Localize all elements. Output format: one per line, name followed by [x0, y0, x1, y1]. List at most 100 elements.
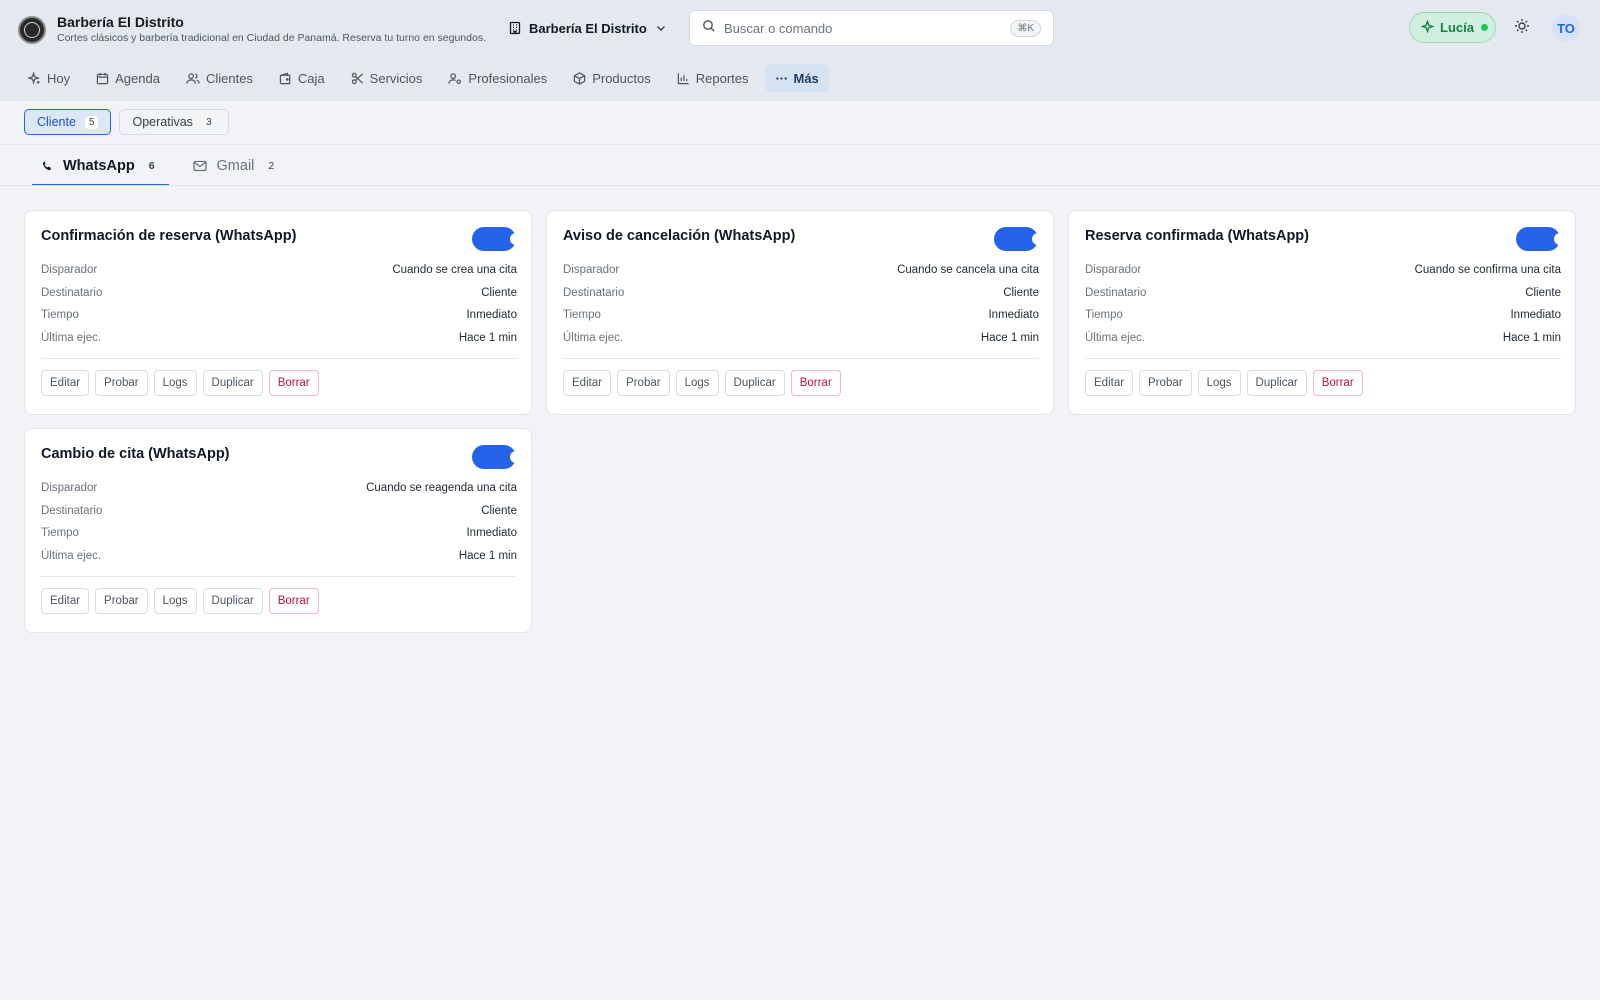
recipient-row: Destinatario Cliente — [1085, 286, 1561, 299]
box-icon — [573, 71, 586, 85]
test-button[interactable]: Probar — [1139, 370, 1192, 396]
duplicate-button[interactable]: Duplicar — [724, 370, 785, 396]
tab-count-badge: 6 — [148, 160, 155, 172]
tab-cliente[interactable]: Cliente 5 — [24, 109, 112, 135]
automation-enabled-toggle[interactable] — [472, 445, 522, 469]
automation-title: Cambio de cita (WhatsApp) — [41, 446, 230, 462]
test-button[interactable]: Probar — [95, 588, 148, 614]
logs-button[interactable]: Logs — [153, 588, 197, 614]
divider — [0, 185, 1600, 186]
tab-count-badge: 2 — [268, 160, 275, 172]
automation-card: Reserva confirmada (WhatsApp) Disparador… — [1068, 210, 1576, 415]
logs-button[interactable]: Logs — [675, 370, 719, 396]
delete-button[interactable]: Borrar — [1312, 370, 1363, 396]
building-icon — [508, 21, 522, 35]
timing-row: Tiempo Inmediato — [41, 527, 517, 539]
more-icon — [775, 76, 787, 80]
top-header: Barbería El Distrito Cortes clásicos y b… — [0, 0, 1600, 101]
automation-title: Aviso de cancelación (WhatsApp) — [563, 228, 796, 244]
divider — [1085, 358, 1561, 359]
nav-item-reportes[interactable]: Reportes — [667, 64, 759, 92]
duplicate-button[interactable]: Duplicar — [202, 588, 263, 614]
nav-item-caja[interactable]: Caja — [269, 64, 335, 92]
brand[interactable]: Barbería El Distrito Cortes clásicos y b… — [18, 14, 486, 45]
tab-whatsapp[interactable]: WhatsApp 6 — [32, 146, 169, 186]
nav-item-clientes[interactable]: Clientes — [176, 64, 263, 92]
recipient-row: Destinatario Cliente — [41, 286, 517, 299]
automation-card: Confirmación de reserva (WhatsApp) Dispa… — [24, 210, 532, 415]
nav-item-profesionales[interactable]: Profesionales — [438, 64, 557, 92]
command-search[interactable]: ⌘K — [689, 10, 1054, 46]
edit-button[interactable]: Editar — [563, 370, 612, 396]
nav-item-label: Profesionales — [468, 70, 548, 86]
nav-item-hoy[interactable]: Hoy — [18, 64, 80, 92]
nav-item-label: Agenda — [115, 70, 160, 86]
edit-button[interactable]: Editar — [41, 370, 90, 396]
nav-item-label: Reportes — [695, 70, 749, 86]
delete-button[interactable]: Borrar — [268, 588, 319, 614]
tab-label: WhatsApp — [63, 158, 135, 174]
tab-operativas[interactable]: Operativas 3 — [119, 109, 229, 135]
recipient-row: Destinatario Cliente — [41, 504, 517, 517]
tab-label: Operativas — [132, 115, 193, 129]
tab-count-badge: 3 — [205, 116, 212, 128]
nav-item-productos[interactable]: Productos — [563, 64, 661, 92]
business-selector-label: Barbería El Distrito — [529, 20, 647, 36]
logs-button[interactable]: Logs — [153, 370, 197, 396]
duplicate-button[interactable]: Duplicar — [1246, 370, 1307, 396]
automation-title: Confirmación de reserva (WhatsApp) — [41, 228, 297, 244]
mail-icon — [192, 160, 207, 172]
edit-button[interactable]: Editar — [41, 588, 90, 614]
online-status-dot — [1480, 24, 1488, 31]
calendar-icon — [96, 72, 109, 84]
brand-logo — [18, 15, 46, 44]
search-input[interactable] — [724, 20, 1011, 36]
phone-icon — [42, 160, 51, 170]
assistant-button[interactable]: Lucía — [1409, 12, 1496, 43]
automation-enabled-toggle[interactable] — [1516, 227, 1566, 251]
chevron-down-icon — [655, 22, 667, 34]
automation-card: Cambio de cita (WhatsApp) Disparador Cuan… — [24, 428, 532, 633]
scissors-icon — [351, 72, 363, 84]
sparkle-icon — [28, 71, 41, 85]
edit-button[interactable]: Editar — [1085, 370, 1134, 396]
user-cog-icon — [448, 72, 462, 84]
divider — [563, 358, 1039, 359]
sparkle-icon — [1420, 18, 1435, 36]
tab-gmail[interactable]: Gmail 2 — [183, 146, 289, 186]
theme-toggle-button[interactable] — [1511, 17, 1533, 39]
nav-item-mas[interactable]: Más — [764, 64, 829, 92]
tab-label: Cliente — [37, 115, 76, 129]
timing-row: Tiempo Inmediato — [1085, 309, 1561, 321]
wallet-icon — [279, 72, 291, 84]
test-button[interactable]: Probar — [95, 370, 148, 396]
brand-subtitle: Cortes clásicos y barbería tradicional e… — [57, 32, 486, 44]
trigger-row: Disparador Cuando se confirma una cita — [1085, 264, 1561, 276]
nav-item-label: Servicios — [369, 70, 423, 86]
user-avatar[interactable]: TO — [1552, 14, 1580, 42]
test-button[interactable]: Probar — [617, 370, 670, 396]
delete-button[interactable]: Borrar — [268, 370, 319, 396]
nav-item-servicios[interactable]: Servicios — [341, 64, 433, 92]
brand-title: Barbería El Distrito — [57, 14, 184, 30]
nav-item-label: Más — [793, 70, 819, 86]
tab-label: Gmail — [216, 158, 255, 174]
nav-item-label: Hoy — [47, 70, 71, 86]
main-nav: Hoy Agenda Clientes Caja Servicios Profe… — [18, 64, 835, 92]
nav-item-agenda[interactable]: Agenda — [86, 64, 170, 92]
duplicate-button[interactable]: Duplicar — [202, 370, 263, 396]
divider — [0, 144, 1600, 145]
users-icon — [186, 72, 200, 84]
delete-button[interactable]: Borrar — [790, 370, 841, 396]
assistant-label: Lucía — [1440, 20, 1474, 35]
divider — [41, 576, 517, 577]
automation-enabled-toggle[interactable] — [472, 227, 522, 251]
business-selector[interactable]: Barbería El Distrito — [508, 18, 667, 38]
nav-item-label: Productos — [592, 70, 651, 86]
automation-enabled-toggle[interactable] — [994, 227, 1044, 251]
channel-tabs: WhatsApp 6 Gmail 2 — [32, 146, 302, 186]
automation-title: Reserva confirmada (WhatsApp) — [1085, 228, 1309, 244]
logs-button[interactable]: Logs — [1197, 370, 1241, 396]
nav-item-label: Clientes — [205, 70, 253, 86]
divider — [41, 358, 517, 359]
